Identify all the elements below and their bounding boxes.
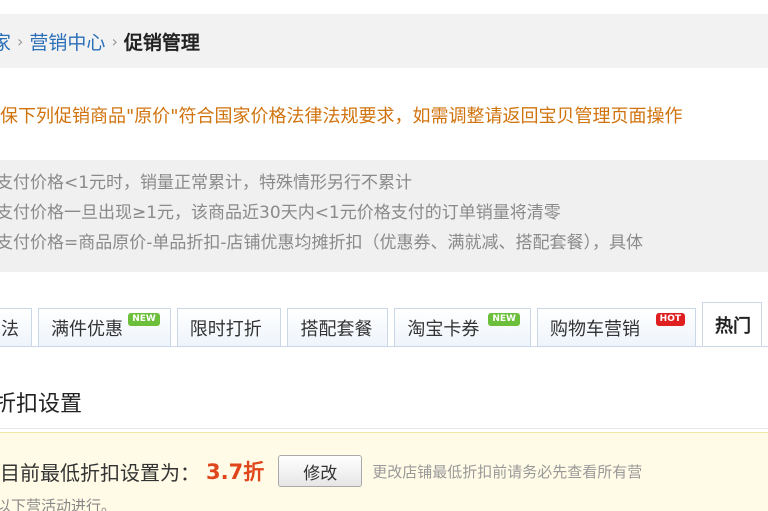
- price-warning-text: 保下列促销商品"原价"符合国家价格法律法规要求，如需调整请返回宝贝管理页面操作: [0, 106, 683, 127]
- discount-settings-box: 目前最低折扣设置为： 3.7折 修改 更改店铺最低折扣前请务必先查看所有营 以下…: [0, 432, 768, 511]
- top-bar: [0, 0, 768, 14]
- tab-label: 热门: [715, 315, 751, 337]
- tab-label: 购物车营销: [549, 318, 640, 340]
- modify-button[interactable]: 修改: [278, 455, 363, 487]
- rules-note-line: 支付价格一旦出现≥1元，该商品近30天内<1元价格支付的订单销量将清零: [0, 203, 561, 223]
- tab-label: 满件优惠: [51, 318, 123, 340]
- breadcrumb-separator-icon: ›: [111, 31, 118, 51]
- breadcrumb: 家 › 营销中心 › 促销管理: [0, 14, 768, 68]
- breadcrumb-separator-icon: ›: [17, 31, 24, 51]
- section-title: 折扣设置: [0, 382, 768, 429]
- rules-note-line: 支付价格<1元时，销量正常累计，特殊情形另行不累计: [0, 173, 413, 193]
- discount-row: 目前最低折扣设置为： 3.7折 修改 更改店铺最低折扣前请务必先查看所有营: [0, 451, 642, 491]
- rules-notes: 支付价格<1元时，销量正常累计，特殊情形另行不累计 支付价格一旦出现≥1元，该商…: [0, 160, 768, 272]
- tab-quantity-discount[interactable]: 满件优惠 NEW: [38, 308, 171, 346]
- promotion-tabs: 法 满件优惠 NEW 限时打折 搭配套餐 淘宝卡券 NEW 购物车营销 HOT …: [0, 300, 768, 347]
- tab-label: 法: [1, 318, 19, 340]
- section-title-text: 折扣设置: [0, 392, 83, 417]
- hot-badge: HOT: [655, 313, 685, 326]
- tab-cart-marketing[interactable]: 购物车营销 HOT: [536, 308, 696, 346]
- breadcrumb-marketing-center-link[interactable]: 营销中心: [29, 28, 105, 55]
- discount-label: 目前最低折扣设置为：: [0, 460, 200, 485]
- new-badge: NEW: [128, 313, 160, 326]
- tab-partial-left[interactable]: 法: [0, 308, 32, 346]
- breadcrumb-current-page: 促销管理: [123, 31, 200, 54]
- modify-hint-text: 更改店铺最低折扣前请务必先查看所有营: [372, 462, 643, 481]
- discount-footer-text: 以下营活动进行。: [0, 497, 117, 511]
- breadcrumb-home-link[interactable]: 家: [0, 28, 11, 55]
- tab-label: 限时打折: [189, 318, 262, 340]
- new-badge: NEW: [488, 313, 520, 326]
- tab-taobao-coupons[interactable]: 淘宝卡券 NEW: [394, 308, 531, 346]
- tab-limited-time-discount[interactable]: 限时打折: [176, 308, 282, 346]
- discount-value: 3.7折: [206, 460, 265, 484]
- tab-label: 搭配套餐: [300, 318, 373, 340]
- tab-label: 淘宝卡券: [407, 318, 480, 340]
- rules-note-line: 支付价格=商品原价-单品折扣-店铺优惠均摊折扣（优惠券、满就减、搭配套餐），具体: [0, 233, 644, 253]
- tab-bundle-package[interactable]: 搭配套餐: [287, 308, 389, 346]
- tab-hot-active[interactable]: 热门: [702, 302, 762, 346]
